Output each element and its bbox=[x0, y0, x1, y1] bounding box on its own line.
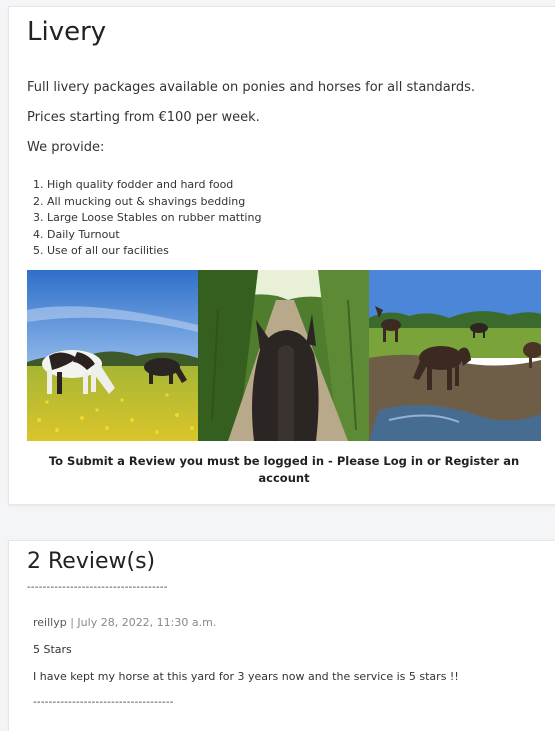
reviews-separator: ------------------------------------ bbox=[27, 582, 168, 593]
review-text: I have kept my horse at this yard for 3 … bbox=[33, 670, 459, 683]
page-title: Livery bbox=[27, 17, 107, 47]
livery-price: Prices starting from €100 per week. bbox=[27, 110, 260, 125]
horses-in-paddock-photo bbox=[369, 270, 541, 441]
livery-card: Livery Full livery packages available on… bbox=[8, 6, 555, 505]
provide-item: Daily Turnout bbox=[47, 227, 261, 244]
horseback-trail-ride-photo bbox=[198, 270, 369, 441]
login-notice: To Submit a Review you must be logged in… bbox=[48, 454, 520, 485]
review-separator: ------------------------------------ bbox=[33, 697, 174, 708]
review-username: reillyp bbox=[33, 616, 67, 629]
provide-list: High quality fodder and hard food All mu… bbox=[33, 177, 261, 260]
provide-item: High quality fodder and hard food bbox=[47, 177, 261, 194]
livery-intro: Full livery packages available on ponies… bbox=[27, 80, 476, 95]
review-rating: 5 Stars bbox=[33, 643, 72, 656]
photo-strip bbox=[27, 270, 541, 441]
review-meta-divider: | bbox=[66, 616, 78, 629]
provide-item: Use of all our facilities bbox=[47, 243, 261, 260]
review-date: July 28, 2022, 11:30 a.m. bbox=[77, 616, 217, 629]
provide-item: Large Loose Stables on rubber matting bbox=[47, 210, 261, 227]
reviews-card: 2 Review(s) ----------------------------… bbox=[8, 540, 555, 731]
reviews-title: 2 Review(s) bbox=[27, 549, 156, 574]
provide-item: All mucking out & shavings bedding bbox=[47, 194, 261, 211]
piebald-horse-in-buttercup-field-photo bbox=[27, 270, 198, 441]
provide-heading: We provide: bbox=[27, 140, 105, 155]
review-meta: reillyp | July 28, 2022, 11:30 a.m. bbox=[33, 616, 216, 629]
